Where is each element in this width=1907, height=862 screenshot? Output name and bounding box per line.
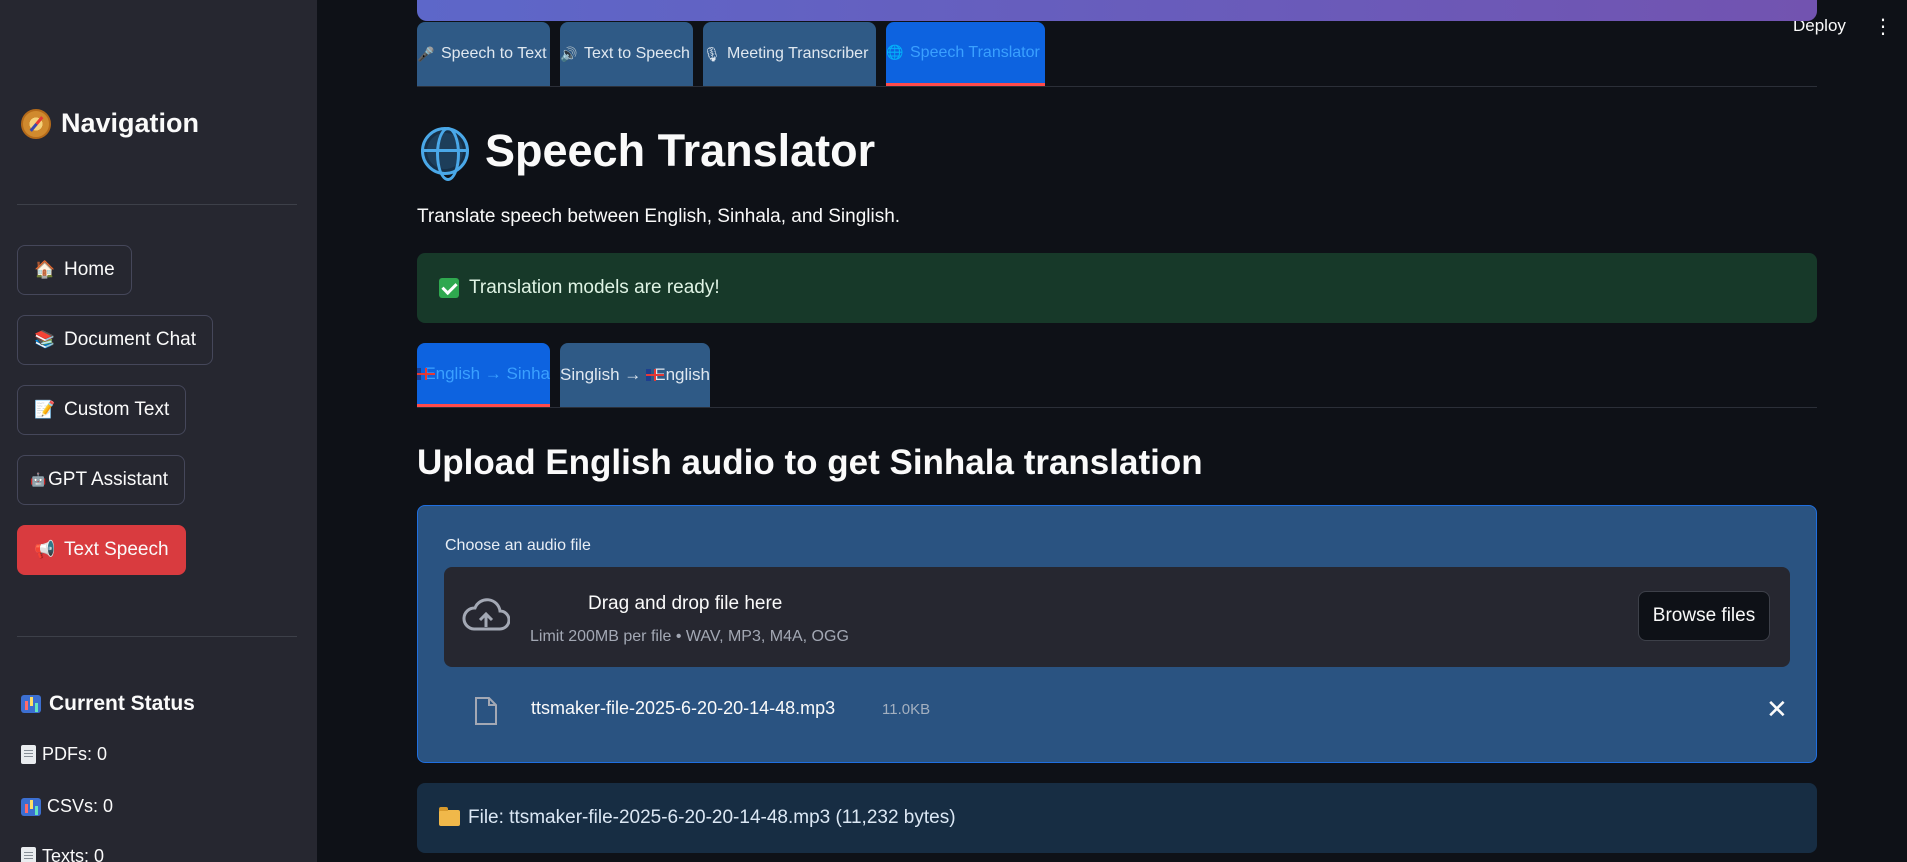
page-subtitle: Translate speech between English, Sinhal… [417, 206, 901, 227]
browse-files-button[interactable]: Browse files [1638, 591, 1770, 641]
tabs-divider [417, 86, 1817, 87]
sidebar-divider [17, 636, 297, 637]
status-csvs: CSVs: 0 [21, 796, 113, 817]
custom-text-button[interactable]: 📝 Custom Text [17, 385, 187, 435]
compass-icon [21, 108, 51, 139]
tab-meeting-transcriber[interactable]: 🎙 Meeting Transcriber [703, 22, 876, 86]
document-icon [21, 745, 36, 764]
tab-english-to-sinhala[interactable]: English → Sinha [417, 343, 550, 407]
studio-microphone-icon: 🎙 [703, 45, 721, 62]
status-texts-label: Texts: 0 [42, 846, 105, 862]
drop-zone[interactable]: Drag and drop file here Limit 200MB per … [444, 567, 1790, 667]
page-title-text: Speech Translator [485, 125, 876, 176]
file-icon [475, 697, 497, 725]
top-banner [417, 0, 1817, 21]
text-speech-button[interactable]: 📢 Text Speech [17, 525, 186, 575]
house-icon: 🏠 [34, 260, 56, 279]
sidebar: Navigation 🏠 Home 📚 Document Chat 📝 Cust… [0, 0, 317, 862]
remove-file-icon[interactable]: ✕ [1766, 694, 1788, 725]
upload-label: Choose an audio file [445, 537, 591, 554]
limit-text: Limit 200MB per file • WAV, MP3, M4A, OG… [530, 628, 849, 645]
folder-icon [439, 807, 460, 826]
tab-speech-translator[interactable]: 🌐 Speech Translator [886, 22, 1045, 86]
tab-label-prefix: Singlish → [560, 365, 646, 384]
uk-flag-icon [645, 369, 665, 381]
success-alert: Translation models are ready! [417, 253, 1817, 323]
tab-text-to-speech[interactable]: 🔊 Text to Speech [560, 22, 693, 86]
tab-label: English → Sinha [424, 363, 550, 383]
tab-label: Speech to Text [441, 45, 547, 62]
main-tabs: 🎤 Speech to Text 🔊 Text to Speech 🎙 Meet… [417, 22, 1045, 86]
text-speech-button-label: Text Speech [64, 539, 169, 560]
home-button[interactable]: 🏠 Home [17, 245, 132, 295]
uk-flag-icon [417, 367, 437, 380]
custom-text-button-label: Custom Text [64, 399, 170, 420]
sidebar-divider [17, 204, 297, 205]
uploaded-file-size: 11.0KB [882, 701, 931, 718]
microphone-icon: 🎤 [417, 45, 435, 62]
books-icon: 📚 [34, 330, 56, 349]
speaker-icon: 🔊 [560, 45, 578, 62]
file-info-alert: File: ttsmaker-file-2025-6-20-20-14-48.m… [417, 783, 1817, 853]
tabs-divider [417, 407, 1817, 408]
tab-speech-to-text[interactable]: 🎤 Speech to Text [417, 22, 550, 86]
main-menu-icon[interactable]: ⋮ [1873, 14, 1893, 39]
direction-tabs: English → Sinha Singlish → English [417, 343, 710, 407]
success-message: Translation models are ready! [469, 277, 720, 298]
document-icon [21, 847, 36, 862]
status-csvs-label: CSVs: 0 [47, 796, 114, 816]
cloud-upload-icon [462, 598, 510, 631]
bar-chart-icon [21, 695, 41, 713]
document-chat-button-label: Document Chat [64, 329, 197, 350]
status-title-text: Current Status [49, 692, 195, 715]
sidebar-title-text: Navigation [61, 108, 200, 138]
uploaded-file-name: ttsmaker-file-2025-6-20-20-14-48.mp3 [531, 698, 836, 718]
memo-icon: 📝 [34, 400, 56, 419]
drop-text: Drag and drop file here [588, 593, 783, 614]
globe-icon [421, 127, 469, 181]
status-pdfs: PDFs: 0 [21, 744, 107, 765]
uploaded-file-row: ttsmaker-file-2025-6-20-20-14-48.mp3 11.… [444, 688, 1790, 738]
tab-label: Meeting Transcriber [727, 45, 869, 62]
gpt-assistant-button[interactable]: 🤖 GPT Assistant [17, 455, 186, 505]
home-button-label: Home [64, 259, 115, 280]
status-title: Current Status [21, 692, 195, 716]
sidebar-title: Navigation [21, 108, 199, 139]
tab-label: Text to Speech [584, 45, 690, 62]
globe-icon: 🌐 [886, 44, 904, 60]
gpt-assistant-button-label: GPT Assistant [48, 469, 169, 490]
file-uploader: Choose an audio file Drag and drop file … [417, 505, 1817, 763]
speaker-icon: 📢 [34, 540, 56, 559]
upload-heading: Upload English audio to get Sinhala tran… [417, 443, 1203, 482]
status-pdfs-label: PDFs: 0 [42, 744, 108, 764]
robot-icon: 🤖 [30, 472, 47, 487]
document-chat-button[interactable]: 📚 Document Chat [17, 315, 214, 365]
check-icon [439, 278, 459, 298]
status-texts: Texts: 0 [21, 846, 104, 862]
page-title: Speech Translator [421, 125, 876, 181]
bar-chart-icon [21, 797, 41, 816]
file-info-text: File: ttsmaker-file-2025-6-20-20-14-48.m… [468, 807, 956, 828]
tab-label: Speech Translator [910, 43, 1040, 61]
tab-singlish-to-english[interactable]: Singlish → English [560, 343, 710, 407]
